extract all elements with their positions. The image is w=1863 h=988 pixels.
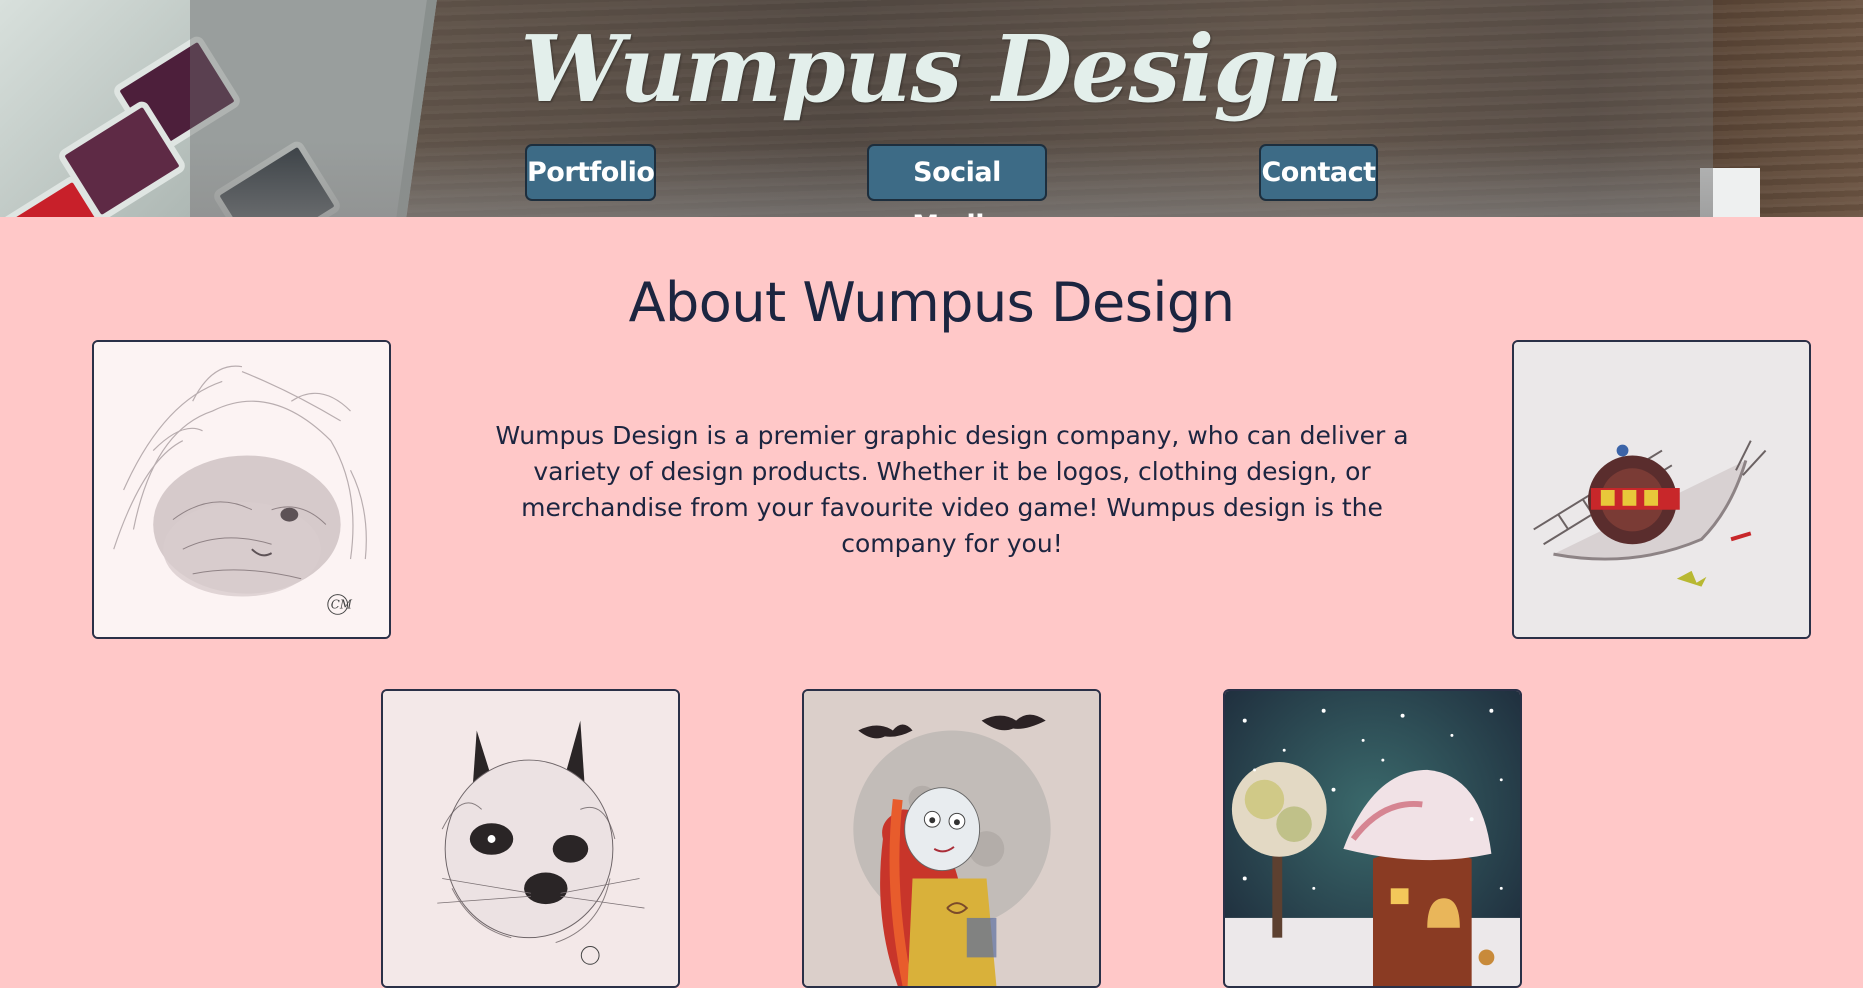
rabbit-artwork[interactable] <box>381 689 680 988</box>
about-description: Wumpus Design is a premier graphic desig… <box>495 421 1409 558</box>
site-logo-title[interactable]: Wumpus Design <box>0 4 1863 134</box>
rabbit-image <box>383 691 678 986</box>
nav-portfolio-button[interactable]: Portfolio <box>525 144 656 201</box>
snail-artwork[interactable] <box>1512 340 1811 639</box>
guinea-pig-artwork[interactable]: CM <box>92 340 391 639</box>
sally-image <box>804 691 1099 986</box>
sally-artwork[interactable] <box>802 689 1101 988</box>
snow-house-artwork[interactable] <box>1223 689 1522 988</box>
snow-house-image <box>1225 691 1520 986</box>
svg-text:CM: CM <box>331 597 353 611</box>
nav-contact-button[interactable]: Contact <box>1259 144 1378 201</box>
snail-image <box>1514 342 1809 637</box>
site-header: Wumpus Design Portfolio Social Media Con… <box>0 0 1863 217</box>
guinea-pig-image: CM <box>94 342 389 637</box>
nav-social-media-button[interactable]: Social Media <box>867 144 1047 217</box>
page-title: About Wumpus Design <box>628 271 1235 334</box>
